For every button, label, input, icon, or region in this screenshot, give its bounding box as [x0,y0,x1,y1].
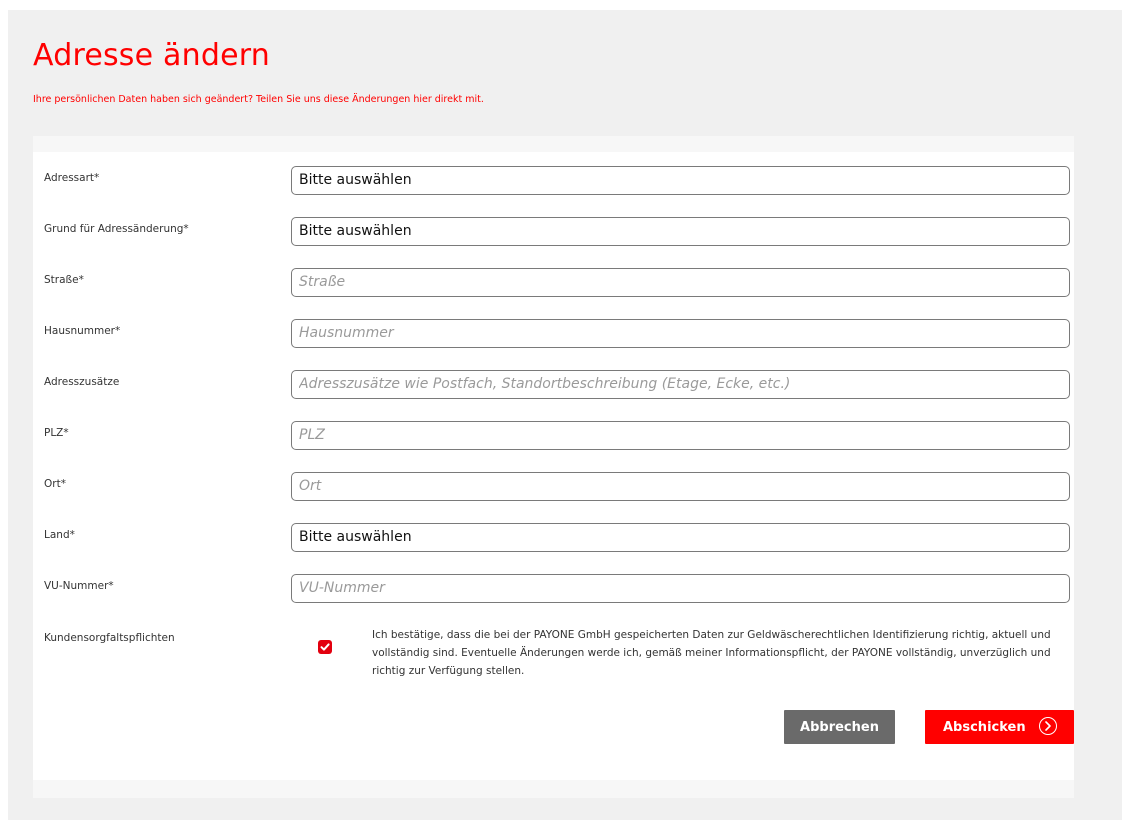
field-label-vu-nummer: VU-Nummer* [44,580,114,592]
hausnummer-field-box [291,319,1070,348]
form-row-adresszusaetze: Adresszusätze [33,370,1074,407]
vu-nummer-field-box [291,574,1070,603]
field-label-strasse: Straße* [44,274,84,286]
card-footer-strip [33,780,1074,798]
form-row-vu-nummer: VU-Nummer* [33,574,1074,611]
field-label-adresszusaetze: Adresszusätze [44,376,120,388]
field-label-land: Land* [44,529,75,541]
plz-input[interactable] [299,422,1069,448]
cancel-button-label: Abbrechen [800,719,879,735]
consent-checkbox[interactable] [318,640,332,654]
adressart-select[interactable]: Bitte auswählen [291,166,1070,195]
hausnummer-input[interactable] [299,320,1069,346]
ort-input[interactable] [299,473,1069,499]
arrow-right-circle-icon [1039,717,1057,735]
card-header-strip [33,136,1074,152]
strasse-field-box [291,268,1070,297]
land-select[interactable]: Bitte auswählen [291,523,1070,552]
submit-button-label: Abschicken [943,719,1026,735]
page-title: Adresse ändern [33,38,270,73]
field-label-grund: Grund für Adressänderung* [44,223,189,235]
adresszusaetze-field-box [291,370,1070,399]
checkmark-icon [320,643,330,651]
ort-field-box [291,472,1070,501]
strasse-input[interactable] [299,269,1069,295]
field-label-ort: Ort* [44,478,66,490]
form-row-hausnummer: Hausnummer* [33,319,1074,356]
plz-field-box [291,421,1070,450]
form-row-plz: PLZ* [33,421,1074,458]
field-label-kundensorgfaltspflichten: Kundensorgfaltspflichten [44,632,175,644]
field-label-adressart: Adressart* [44,172,100,184]
form-row-ort: Ort* [33,472,1074,509]
form-row-land: Land* Bitte auswählen [33,523,1074,560]
form-row-grund: Grund für Adressänderung* Bitte auswähle… [33,217,1074,254]
field-label-hausnummer: Hausnummer* [44,325,121,337]
adresszusaetze-input[interactable] [299,371,1069,397]
cancel-button[interactable]: Abbrechen [784,710,895,744]
page-subtitle: Ihre persönlichen Daten haben sich geänd… [33,94,484,105]
consent-text: Ich bestätige, dass die bei der PAYONE G… [372,629,1051,677]
vu-nummer-input[interactable] [299,575,1069,601]
form-row-strasse: Straße* [33,268,1074,305]
field-label-plz: PLZ* [44,427,69,439]
form-row-adressart: Adressart* Bitte auswählen [33,166,1074,203]
submit-button[interactable]: Abschicken [925,710,1074,744]
grund-select[interactable]: Bitte auswählen [291,217,1070,246]
address-change-form: Adressart* Bitte auswählen Grund für Adr… [33,152,1074,780]
